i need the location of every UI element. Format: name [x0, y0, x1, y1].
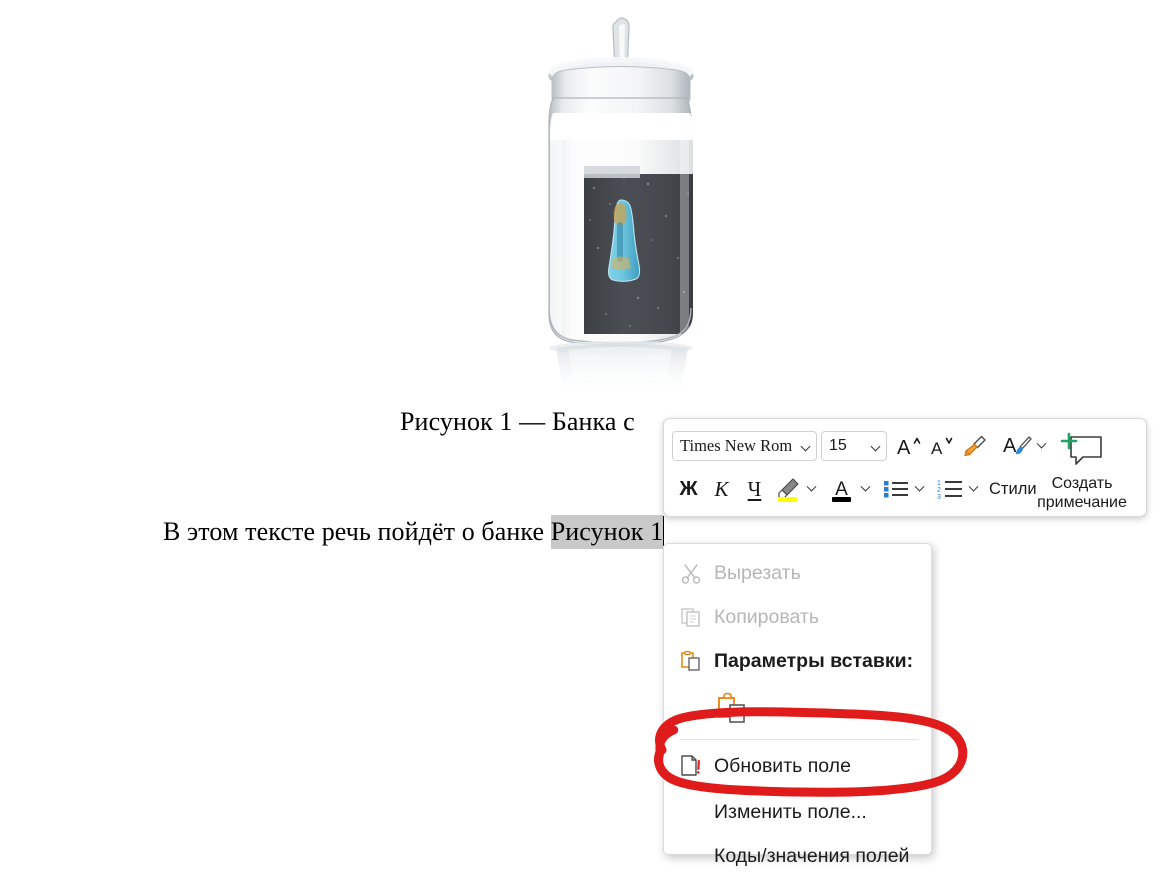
paste-options-gallery[interactable]	[664, 683, 931, 737]
menu-separator	[680, 739, 919, 740]
mini-formatting-toolbar[interactable]: Times New Rom 15 A A A Создать примечани…	[663, 418, 1147, 517]
numbered-list-icon: 1 2 3	[937, 480, 962, 500]
scissors-icon	[680, 562, 714, 584]
toolbar-row-font: Times New Rom 15 A A A Создать примечани…	[664, 425, 1146, 511]
font-color-dropdown-arrow[interactable]	[858, 473, 873, 506]
font-name-combobox[interactable]: Times New Rom	[672, 431, 817, 461]
text-caret	[663, 516, 665, 546]
menu-item-update-field[interactable]: Обновить поле	[664, 742, 931, 790]
menu-item-cut-label: Вырезать	[714, 561, 801, 584]
svg-text:A: A	[1003, 435, 1017, 457]
font-color-button[interactable]: A	[825, 473, 858, 506]
grow-font-button[interactable]: A	[892, 430, 925, 463]
update-field-icon	[680, 754, 714, 778]
menu-item-update-field-label: Обновить поле	[714, 754, 851, 777]
font-size-value: 15	[829, 437, 847, 454]
grow-font-icon: A	[897, 437, 920, 459]
bullet-list-icon	[883, 481, 908, 498]
highlight-dropdown-arrow[interactable]	[804, 473, 819, 506]
shrink-font-icon: A	[931, 437, 952, 458]
bullet-list-button[interactable]	[879, 473, 912, 506]
bold-label: Ж	[679, 478, 698, 500]
italic-label: К	[714, 476, 729, 501]
svg-text:3: 3	[937, 494, 941, 500]
svg-text:A: A	[897, 437, 911, 459]
new-comment-icon	[1060, 432, 1102, 465]
clipboard-icon	[680, 650, 714, 672]
selected-field-caption-reference[interactable]: Рисунок 1	[550, 515, 664, 549]
menu-item-toggle-field-codes-label: Коды/значения полей	[714, 844, 910, 867]
font-size-combobox[interactable]: 15	[821, 431, 887, 461]
svg-text:A: A	[931, 439, 943, 458]
figure-image[interactable]	[498, 8, 748, 408]
svg-text:1: 1	[937, 480, 941, 487]
chevron-down-icon[interactable]	[801, 441, 812, 452]
copy-icon	[680, 606, 714, 628]
font-color-swatch	[832, 496, 851, 502]
menu-item-paste-options-label: Параметры вставки:	[714, 649, 914, 672]
toolbar-row-formatting: Ж К Ч A 1 2 3 Стили	[664, 467, 1146, 511]
bullet-list-dropdown-arrow[interactable]	[912, 473, 927, 506]
clear-formatting-icon	[963, 435, 986, 457]
menu-item-edit-field-label: Изменить поле...	[714, 800, 867, 823]
clear-formatting-button[interactable]	[958, 430, 991, 463]
highlight-color-swatch	[778, 496, 797, 502]
context-menu[interactable]: Вырезать Копировать Параметры вставки: О…	[663, 543, 932, 867]
chevron-down-icon[interactable]	[871, 441, 882, 452]
menu-item-cut[interactable]: Вырезать	[664, 551, 931, 595]
underline-button[interactable]: Ч	[738, 473, 771, 506]
underline-label: Ч	[747, 476, 762, 501]
menu-item-copy-label: Копировать	[714, 605, 819, 628]
menu-item-edit-field[interactable]: Изменить поле...	[664, 790, 931, 834]
numbered-list-button[interactable]: 1 2 3	[933, 473, 966, 506]
menu-item-toggle-field-codes[interactable]: Коды/значения полей	[664, 834, 931, 878]
styles-label: Стили	[989, 479, 1037, 498]
italic-button[interactable]: К	[705, 473, 738, 506]
menu-item-copy[interactable]: Копировать	[664, 595, 931, 639]
paste-keep-source-formatting-icon[interactable]	[716, 692, 748, 729]
paragraph-text-before-field: В этом тексте речь пойдёт о банке	[163, 517, 551, 546]
bold-button[interactable]: Ж	[672, 473, 705, 506]
figure-caption: Рисунок 1 — Банка с	[400, 407, 635, 436]
menu-item-paste-options: Параметры вставки:	[664, 639, 931, 683]
styles-button[interactable]: Стили	[981, 473, 1045, 506]
glass-jar-illustration	[548, 17, 694, 398]
numbered-list-dropdown-arrow[interactable]	[966, 473, 981, 506]
body-paragraph[interactable]: В этом тексте речь пойдёт о банке Рисуно…	[163, 515, 665, 549]
shrink-font-button[interactable]: A	[925, 430, 958, 463]
font-color-letter: A	[835, 478, 848, 500]
font-name-value: Times New Rom	[680, 436, 793, 455]
svg-text:2: 2	[937, 487, 941, 494]
text-highlight-button[interactable]	[771, 473, 804, 506]
